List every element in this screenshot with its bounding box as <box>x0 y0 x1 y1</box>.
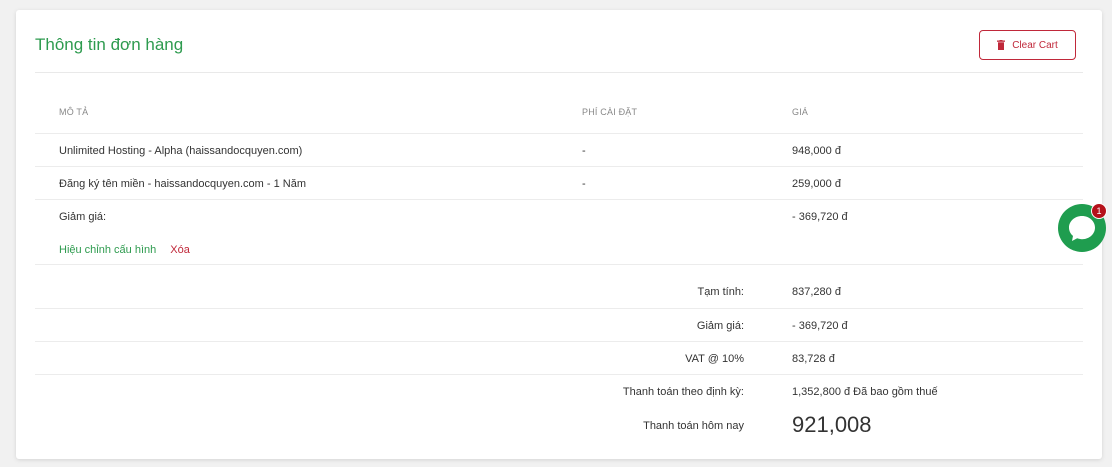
clear-cart-button[interactable]: Clear Cart <box>979 30 1076 60</box>
col-header-description: MÔ TẢ <box>59 107 89 117</box>
recurring-label: Thanh toán theo định kỳ: <box>622 386 744 398</box>
col-header-price: GIÁ <box>792 107 809 117</box>
today-total: 921,008 <box>792 412 872 437</box>
discount-summary-row: Giảm giá: - 369,720 đ <box>35 309 1083 342</box>
subtotal-row: Tạm tính: 837,280 đ <box>35 265 1083 309</box>
item-actions: Hiệu chỉnh cấu hình Xóa <box>59 244 190 256</box>
recurring-value: 1,352,800 đ Đã bao gồm thuế <box>792 386 938 398</box>
today-label: Thanh toán hôm nay <box>643 420 744 432</box>
chat-notification-badge: 1 <box>1091 203 1107 219</box>
order-info-card: Thông tin đơn hàng Clear Cart MÔ TẢ PHÍ … <box>16 10 1102 459</box>
edit-config-link[interactable]: Hiệu chỉnh cấu hình <box>59 244 156 256</box>
item-setup-fee: - <box>582 145 586 157</box>
clear-cart-label: Clear Cart <box>1012 39 1058 51</box>
trash-icon <box>997 40 1006 50</box>
vat-value: 83,728 đ <box>792 353 835 365</box>
today-row: Thanh toán hôm nay 921,008 <box>35 408 1083 448</box>
col-header-setup-fee: PHÍ CÀI ĐẶT <box>582 107 638 117</box>
item-setup-fee: - <box>582 178 586 190</box>
table-row: Đăng ký tên miền - haissandocquyen.com -… <box>35 167 1083 200</box>
discount-summary-value: - 369,720 đ <box>792 320 848 332</box>
discount-summary-label: Giảm giá: <box>696 320 744 332</box>
card-title: Thông tin đơn hàng <box>35 35 184 54</box>
item-price: 948,000 đ <box>792 145 841 157</box>
subtotal-value: 837,280 đ <box>792 286 841 298</box>
delete-link[interactable]: Xóa <box>170 244 190 256</box>
vat-row: VAT @ 10% 83,728 đ <box>35 342 1083 375</box>
recurring-row: Thanh toán theo định kỳ: 1,352,800 đ Đã … <box>35 375 1083 408</box>
discount-value: - 369,720 đ <box>792 211 848 223</box>
item-description: Đăng ký tên miền - haissandocquyen.com -… <box>59 178 307 190</box>
discount-row: Giảm giá: - 369,720 đ Hiệu chỉnh cấu hìn… <box>35 200 1083 265</box>
vat-label: VAT @ 10% <box>685 353 744 365</box>
item-price: 259,000 đ <box>792 178 841 190</box>
table-header-row: MÔ TẢ PHÍ CÀI ĐẶT GIÁ <box>35 73 1083 134</box>
item-description: Unlimited Hosting - Alpha (haissandocquy… <box>59 145 303 157</box>
table-row: Unlimited Hosting - Alpha (haissandocquy… <box>35 134 1083 167</box>
subtotal-label: Tạm tính: <box>697 286 744 298</box>
card-header: Thông tin đơn hàng Clear Cart <box>35 10 1083 73</box>
discount-label: Giảm giá: <box>59 211 107 223</box>
